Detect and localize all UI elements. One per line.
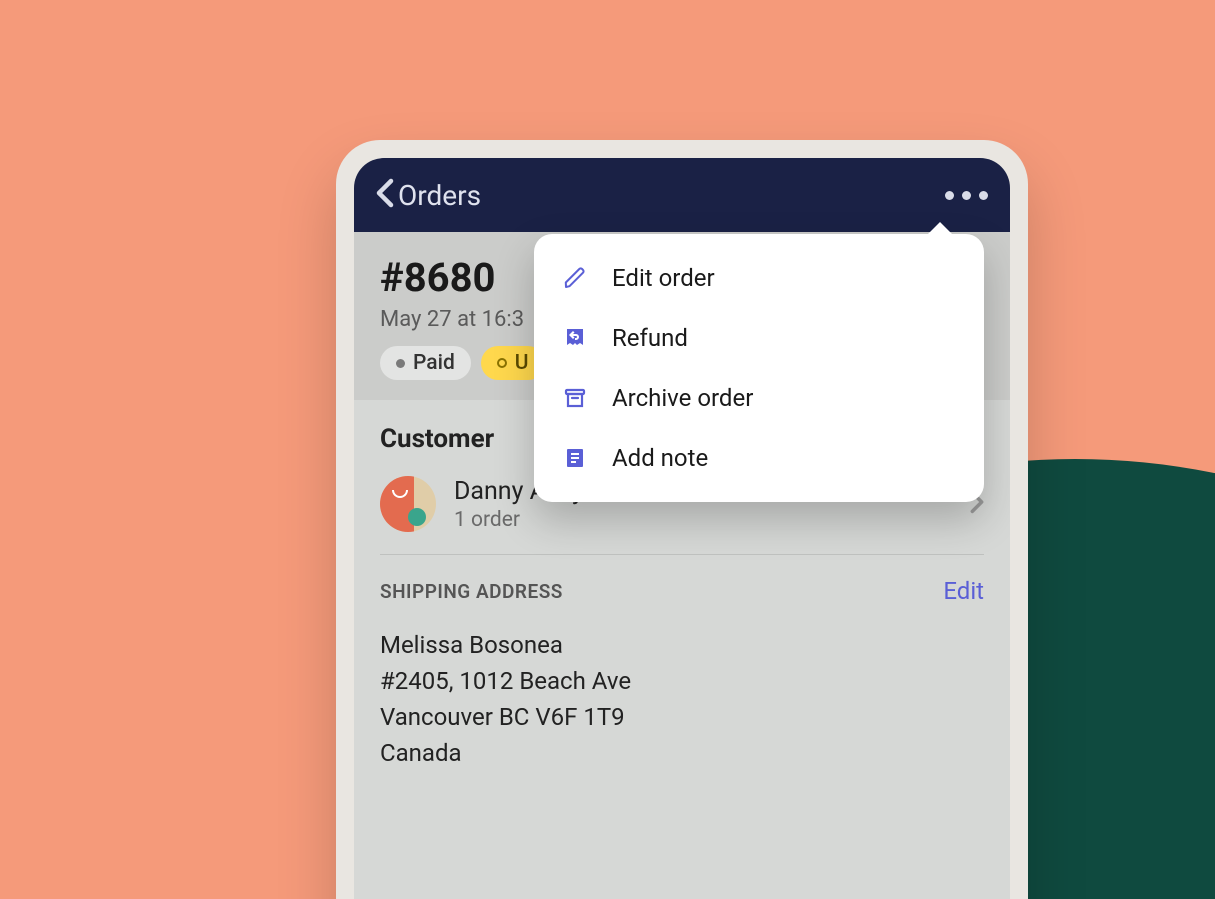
stage: Orders #8680 May 27 at 16:3 Paid: [0, 0, 1215, 899]
customer-order-count: 1 order: [454, 508, 952, 532]
unfulfilled-badge-label: U: [515, 351, 529, 375]
paid-badge: Paid: [380, 346, 471, 380]
shipping-label: SHIPPING ADDRESS: [380, 580, 563, 603]
menu-add-note-label: Add note: [612, 444, 708, 472]
edit-shipping-button[interactable]: Edit: [943, 577, 984, 605]
menu-add-note[interactable]: Add note: [534, 428, 984, 488]
more-button[interactable]: [945, 191, 988, 200]
nav-title: Orders: [398, 179, 481, 212]
device-frame: Orders #8680 May 27 at 16:3 Paid: [336, 140, 1028, 899]
dot-icon: [945, 191, 954, 200]
menu-edit-order[interactable]: Edit order: [534, 248, 984, 308]
menu-refund-label: Refund: [612, 324, 688, 352]
shipping-header: SHIPPING ADDRESS Edit: [380, 577, 984, 605]
screen: Orders #8680 May 27 at 16:3 Paid: [354, 158, 1010, 899]
archive-icon: [562, 385, 588, 411]
dot-icon: [979, 191, 988, 200]
actions-popover: Edit order Refund Archive order: [534, 234, 984, 502]
address-city: Vancouver BC V6F 1T9: [380, 699, 984, 735]
status-dot-icon: [396, 359, 405, 368]
paid-badge-label: Paid: [413, 351, 455, 375]
avatar: [380, 476, 436, 532]
note-icon: [562, 445, 588, 471]
address-street: #2405, 1012 Beach Ave: [380, 663, 984, 699]
shipping-address: Melissa Bosonea #2405, 1012 Beach Ave Va…: [380, 627, 984, 771]
menu-edit-order-label: Edit order: [612, 264, 715, 292]
address-country: Canada: [380, 735, 984, 771]
status-ring-icon: [497, 358, 507, 368]
back-button[interactable]: Orders: [376, 178, 481, 212]
navbar: Orders: [354, 158, 1010, 232]
menu-archive[interactable]: Archive order: [534, 368, 984, 428]
dot-icon: [962, 191, 971, 200]
pencil-icon: [562, 265, 588, 291]
menu-archive-label: Archive order: [612, 384, 753, 412]
address-name: Melissa Bosonea: [380, 627, 984, 663]
chevron-left-icon: [376, 178, 394, 212]
receipt-refund-icon: [562, 325, 588, 351]
menu-refund[interactable]: Refund: [534, 308, 984, 368]
